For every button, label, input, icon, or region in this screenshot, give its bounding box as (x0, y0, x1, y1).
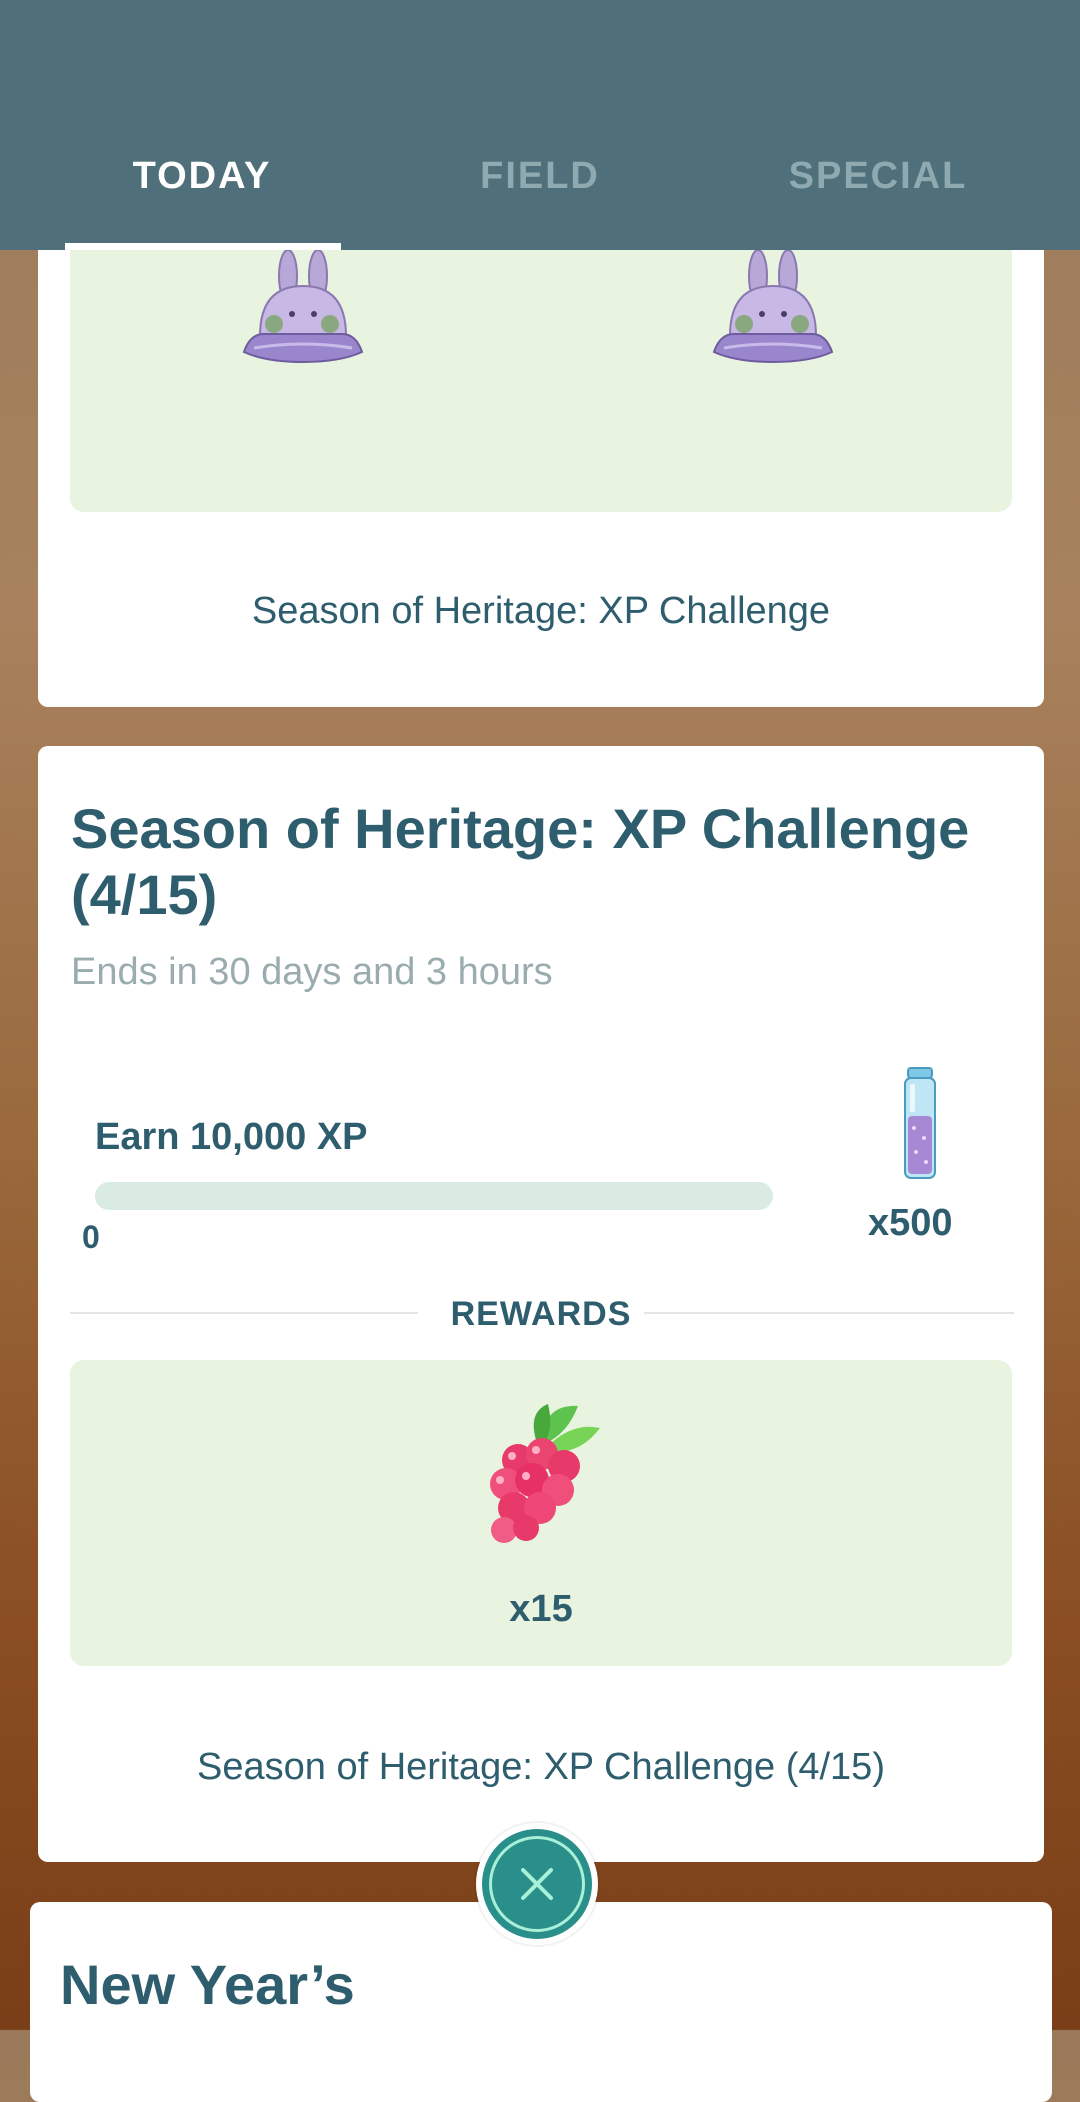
close-icon (521, 1868, 553, 1900)
close-button[interactable] (476, 1823, 598, 1945)
reward-panel: x15 (70, 1360, 1012, 1666)
research-card-xp-challenge: Season of Heritage: XP Challenge (4/15) … (38, 746, 1044, 1862)
progress-min-value: 0 (82, 1219, 100, 1255)
tab-today[interactable]: TODAY (52, 155, 352, 198)
reward-panel (70, 230, 1012, 512)
card-footer-title: Season of Heritage: XP Challenge (251, 590, 831, 632)
stardust-vial-icon (900, 1066, 940, 1189)
close-button-ring (489, 1836, 585, 1932)
card-footer-title: Season of Heritage: XP Challenge (4/15) (197, 1746, 885, 1788)
tab-field[interactable]: FIELD (390, 155, 690, 198)
task-label: Earn 10,000 XP (95, 1116, 368, 1158)
active-tab-indicator (65, 243, 341, 250)
reward-item-quantity: x15 (509, 1588, 573, 1630)
rewards-heading: REWARDS (450, 1295, 632, 1333)
card-subtitle-ends-in: Ends in 30 days and 3 hours (71, 951, 553, 993)
task-progress-bar (95, 1182, 773, 1210)
top-tab-bar: TODAY FIELD SPECIAL (0, 0, 1080, 250)
goomy-bucket-hat-icon (710, 248, 836, 383)
razz-berry-icon (478, 1404, 604, 1549)
research-card-previous: Season of Heritage: XP Challenge (38, 230, 1044, 707)
task-reward-quantity: x500 (868, 1202, 953, 1244)
card-title: Season of Heritage: XP Challenge (4/15) (71, 797, 970, 926)
card-title: New Year’s (60, 1953, 355, 2016)
tab-special[interactable]: SPECIAL (728, 155, 1028, 198)
goomy-bucket-hat-icon (240, 248, 366, 383)
